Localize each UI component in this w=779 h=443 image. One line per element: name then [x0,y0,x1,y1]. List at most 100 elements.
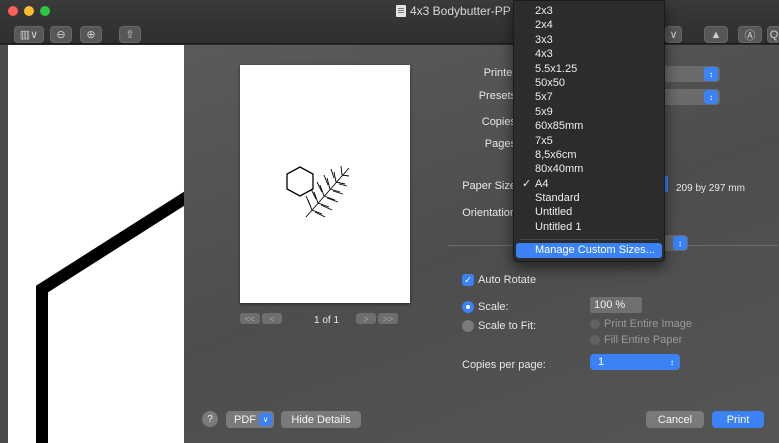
paper-size-option-label: 80x40mm [535,163,584,176]
manage-custom-sizes-item[interactable]: Manage Custom Sizes... [516,243,662,258]
printer-label: Printer [483,67,516,79]
menu-separator [520,239,658,241]
paper-size-option[interactable]: Standard [514,191,664,205]
paper-size-option[interactable]: 60x85mm [514,119,664,133]
close-window-button[interactable] [8,6,18,16]
paper-size-option[interactable]: 3x3 [514,33,664,47]
last-page-icon: >> [382,313,394,324]
print-entire-image-label: Print Entire Image [604,318,693,330]
paper-size-option-label: Standard [535,192,580,205]
chevron-updown-icon: ↕ [673,236,687,250]
paper-size-option-label: 5.5x1.25 [535,62,578,75]
chevron-updown-icon: ↕ [670,358,674,367]
toolbar-search-button[interactable]: Q [767,26,779,43]
window-title-text: 4x3 Bodybutter-PP [410,4,511,18]
orientation-label: Orientation [462,207,516,219]
zoom-out-icon: ⊖ [56,29,66,41]
zoom-in-button[interactable]: ⊕ [80,26,102,43]
paper-size-option-label: 50x50 [535,76,565,89]
share-icon: ⇧ [125,29,135,41]
auto-rotate-checkbox[interactable]: ✓ [462,274,474,286]
next-page-icon: > [363,313,369,324]
paper-size-option[interactable]: 5x9 [514,105,664,119]
paper-size-option-label: 5x7 [535,91,553,104]
auto-rotate-label: Auto Rotate [478,274,537,286]
toolbar-markup-button[interactable]: ▲ [704,26,728,43]
first-page-button[interactable]: << [240,313,260,324]
checkmark-icon: ✓ [522,177,532,190]
paper-size-option-label: 8,5x6cm [535,148,577,161]
paper-size-dimensions: 209 by 297 mm [676,183,745,194]
zoom-in-icon: ⊕ [86,29,96,41]
search-icon: Q [769,28,779,41]
paper-size-option-label: A4 [535,177,549,190]
pdf-menu-button[interactable]: PDF ∨ [226,411,274,428]
paper-size-option-label: 4x3 [535,48,553,61]
chevron-down-icon: ∨ [259,413,272,426]
copies-label: Copies [481,116,516,128]
paper-size-popup-edge[interactable] [665,176,668,192]
pages-label: Pages [484,138,516,150]
previous-page-button[interactable]: < [262,313,282,324]
window-title: 4x3 Bodybutter-PP [396,4,511,18]
cancel-button[interactable]: Cancel [646,411,704,428]
paper-size-option[interactable]: Untitled [514,205,664,219]
paper-size-option-label: Untitled [535,206,573,219]
scale-field[interactable]: 100 % [590,297,642,313]
annotate-icon: Ⓐ [744,29,756,42]
paper-size-option[interactable]: 4x3 [514,47,664,61]
minimize-window-button[interactable] [24,6,34,16]
paper-size-option-label: 5x9 [535,105,553,118]
markup-icon: ▲ [710,28,722,41]
chevron-updown-icon: ↕ [704,90,718,104]
sidebar-toggle-button[interactable]: ▥∨ [14,26,44,43]
scale-radio[interactable] [462,301,474,313]
hide-details-button[interactable]: Hide Details [281,411,361,428]
checkmark-icon: ✓ [464,274,472,285]
paper-size-option[interactable]: 5.5x1.25 [514,62,664,76]
zoom-out-button[interactable]: ⊖ [50,26,72,43]
share-button[interactable]: ⇧ [119,26,141,43]
toolbar-annotate-button[interactable]: Ⓐ [738,26,762,43]
paper-size-option[interactable]: 80x40mm [514,162,664,176]
maximize-window-button[interactable] [40,6,50,16]
paper-size-option-label: Untitled 1 [535,220,582,233]
help-icon[interactable]: ? [202,411,218,427]
copies-per-page-popup[interactable]: 1 ↕ [590,354,680,370]
paper-size-option-label: 60x85mm [535,120,584,133]
fill-entire-paper-label: Fill Entire Paper [604,334,683,346]
paper-size-option[interactable]: Untitled 1 [514,220,664,234]
paper-size-option[interactable]: 50x50 [514,76,664,90]
sidebar-toggle-icon: ▥∨ [19,29,39,41]
print-button[interactable]: Print [712,411,764,428]
paper-size-option[interactable]: 8,5x6cm [514,148,664,162]
scale-to-fit-radio[interactable] [462,320,474,332]
paper-size-option-label: 3x3 [535,33,553,46]
first-page-icon: << [244,313,256,324]
presets-label: Presets [478,90,516,102]
paper-size-option[interactable]: 2x3 [514,4,664,18]
fill-entire-paper-radio[interactable] [590,335,600,345]
copies-per-page-label: Copies per page: [462,359,546,371]
scale-to-fit-label: Scale to Fit: [478,320,537,332]
scale-label: Scale: [478,301,509,313]
copies-per-page-value: 1 [598,356,605,368]
print-sheet: << < 1 of 1 > >> Printer ↕ Presets ↕ Cop… [184,45,779,443]
paper-size-option[interactable]: 7x5 [514,134,664,148]
print-entire-image-radio[interactable] [590,319,600,329]
document-page [8,45,184,443]
page-indicator: 1 of 1 [314,315,340,326]
print-preview-page [240,65,410,303]
paper-size-option-label: 2x4 [535,19,553,32]
paper-size-option[interactable]: ✓ A4 [514,177,664,191]
toolbar-chevron-button[interactable]: ∨ [665,26,682,43]
paper-size-option[interactable]: 2x4 [514,18,664,32]
paper-size-option-label: 7x5 [535,134,553,147]
pager-back-group: << < [240,313,282,324]
previous-page-icon: < [269,313,275,324]
paper-size-option[interactable]: 5x7 [514,90,664,104]
pdf-label: PDF [234,413,256,426]
next-page-button[interactable]: > [356,313,376,324]
last-page-button[interactable]: >> [378,313,398,324]
hexagon-outline-shape [36,191,184,443]
